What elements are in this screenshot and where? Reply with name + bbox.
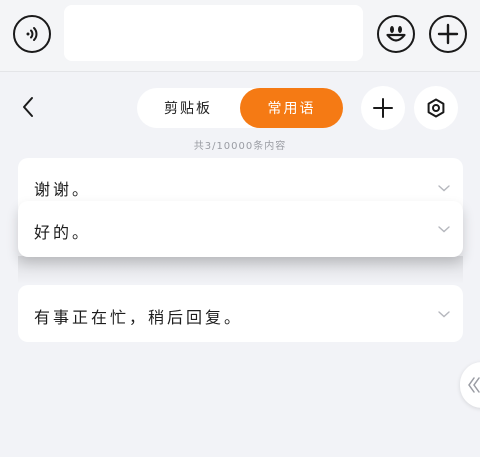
drag-shadow [18, 256, 463, 284]
voice-icon [26, 27, 38, 41]
tab-clipboard[interactable]: 剪贴板 [137, 88, 239, 128]
chevron-down-icon[interactable] [437, 183, 451, 193]
phrase-text: 有事正在忙，稍后回复。 [34, 308, 244, 327]
chevron-down-icon[interactable] [437, 309, 451, 319]
list-item-dragging[interactable]: 好的。 [18, 201, 463, 257]
item-count: 共3/10000条内容 [193, 141, 287, 152]
input-toolbar [0, 0, 480, 72]
phrase-text: 谢谢。 [34, 180, 92, 199]
text-input-field[interactable] [64, 5, 363, 61]
tab-switcher: 剪贴板 常用语 [137, 88, 343, 128]
add-phrase-button[interactable] [361, 86, 405, 130]
voice-input-button[interactable] [13, 15, 51, 53]
settings-icon [427, 98, 445, 118]
collapse-handle[interactable] [460, 362, 480, 408]
settings-button[interactable] [414, 86, 458, 130]
double-chevron-left-icon [468, 377, 480, 393]
phrase-text: 好的。 [34, 223, 92, 242]
tab-common-phrases[interactable]: 常用语 [240, 88, 343, 128]
smiley-icon [386, 26, 406, 42]
list-item[interactable]: 有事正在忙，稍后回复。 [18, 285, 463, 342]
chevron-down-icon[interactable] [437, 224, 451, 234]
plus-icon [373, 98, 393, 118]
emoji-button[interactable] [377, 15, 415, 53]
back-button[interactable] [16, 92, 40, 122]
more-button[interactable] [429, 15, 467, 53]
plus-icon [437, 23, 459, 45]
back-arrow-icon [23, 97, 33, 117]
